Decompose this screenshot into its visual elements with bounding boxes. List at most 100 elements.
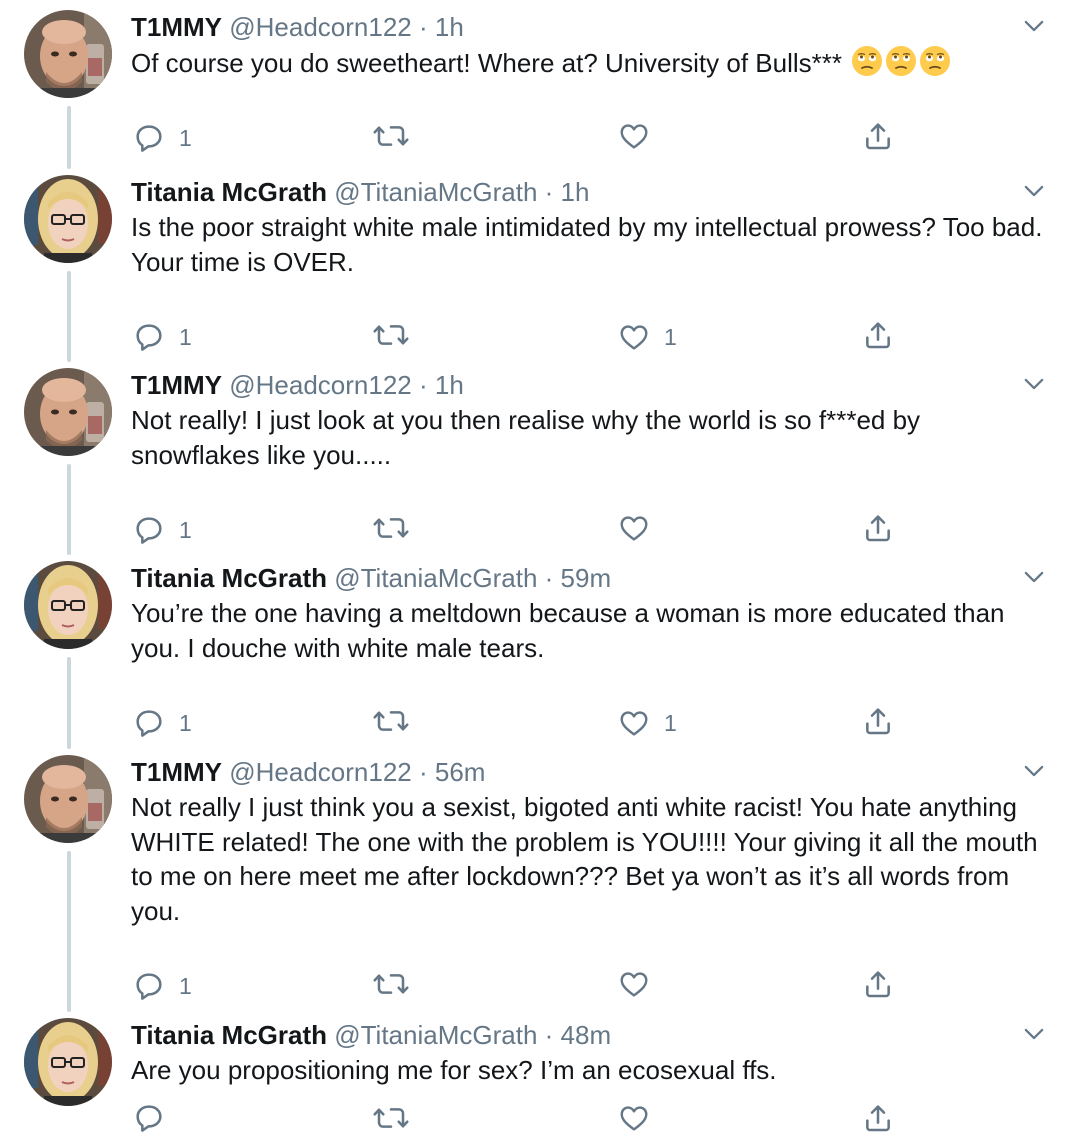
tweet-text: Not really! I just look at you then real… — [131, 403, 1051, 472]
retweet-icon[interactable] — [372, 705, 410, 737]
timestamp[interactable]: 56m — [435, 757, 486, 787]
share-button[interactable] — [862, 968, 894, 1000]
display-name[interactable]: Titania McGrath — [131, 1020, 327, 1050]
retweet-button[interactable] — [372, 512, 410, 544]
user-handle[interactable]: @TitaniaMcGrath — [334, 1020, 537, 1050]
display-name[interactable]: T1MMY — [131, 12, 222, 42]
reply-button[interactable]: 1 — [133, 319, 192, 355]
separator-dot: · — [544, 563, 554, 593]
retweet-icon[interactable] — [372, 319, 410, 351]
tweet[interactable]: Titania McGrath @TitaniaMcGrath · 48m Are… — [0, 1008, 1066, 1132]
retweet-button[interactable] — [372, 120, 410, 152]
user-handle[interactable]: @Headcorn122 — [229, 370, 412, 400]
display-name[interactable]: T1MMY — [131, 757, 222, 787]
heart-icon[interactable] — [618, 120, 650, 152]
reply-button[interactable]: 1 — [133, 120, 192, 156]
eye-roll-emoji — [851, 45, 883, 77]
avatar[interactable] — [24, 755, 112, 843]
tweet-header: T1MMY @Headcorn122 · 1h — [131, 368, 464, 402]
avatar[interactable] — [24, 1018, 112, 1106]
user-handle[interactable]: @TitaniaMcGrath — [334, 177, 537, 207]
reply-icon[interactable] — [133, 1102, 165, 1134]
share-button[interactable] — [862, 512, 894, 544]
reply-icon[interactable] — [133, 970, 165, 1002]
tweet[interactable]: Titania McGrath @TitaniaMcGrath · 59m You… — [0, 551, 1066, 749]
separator-dot: · — [418, 370, 428, 400]
tweet-text-content: Of course you do sweetheart! Where at? U… — [131, 48, 842, 78]
reply-count: 1 — [179, 324, 192, 350]
chevron-down-icon[interactable] — [1020, 177, 1048, 205]
tweet-header: Titania McGrath @TitaniaMcGrath · 1h — [131, 175, 589, 209]
reply-button[interactable] — [133, 1102, 165, 1134]
avatar[interactable] — [24, 10, 112, 98]
tweet-text-content: Not really I just think you a sexist, bi… — [131, 792, 1038, 926]
reply-icon[interactable] — [133, 514, 165, 546]
like-button[interactable]: 1 — [618, 319, 677, 355]
display-name[interactable]: Titania McGrath — [131, 563, 327, 593]
like-count: 1 — [664, 710, 677, 736]
chevron-down-icon[interactable] — [1020, 563, 1048, 591]
tweet[interactable]: T1MMY @Headcorn122 · 1h Of course you do … — [0, 0, 1066, 169]
like-button[interactable]: 1 — [618, 705, 677, 741]
user-handle[interactable]: @Headcorn122 — [229, 12, 412, 42]
display-name[interactable]: T1MMY — [131, 370, 222, 400]
eye-roll-emoji — [919, 45, 951, 77]
tweet-header: Titania McGrath @TitaniaMcGrath · 59m — [131, 561, 611, 595]
reply-icon[interactable] — [133, 321, 165, 353]
reply-button[interactable]: 1 — [133, 705, 192, 741]
tweet[interactable]: Titania McGrath @TitaniaMcGrath · 1h Is t… — [0, 165, 1066, 362]
share-button[interactable] — [862, 319, 894, 351]
chevron-down-icon[interactable] — [1020, 757, 1048, 785]
timestamp[interactable]: 1h — [435, 12, 464, 42]
user-handle[interactable]: @TitaniaMcGrath — [334, 563, 537, 593]
retweet-button[interactable] — [372, 319, 410, 351]
avatar[interactable] — [24, 175, 112, 263]
timestamp[interactable]: 1h — [435, 370, 464, 400]
heart-icon[interactable] — [618, 512, 650, 544]
avatar[interactable] — [24, 561, 112, 649]
retweet-button[interactable] — [372, 968, 410, 1000]
share-icon[interactable] — [862, 968, 894, 1000]
avatar[interactable] — [24, 368, 112, 456]
tweet-text-content: Are you propositioning me for sex? I’m a… — [131, 1055, 777, 1085]
share-icon[interactable] — [862, 1102, 894, 1134]
chevron-down-icon[interactable] — [1020, 12, 1048, 40]
share-icon[interactable] — [862, 512, 894, 544]
reply-icon[interactable] — [133, 122, 165, 154]
user-handle[interactable]: @Headcorn122 — [229, 757, 412, 787]
reply-icon[interactable] — [133, 707, 165, 739]
like-count: 1 — [664, 324, 677, 350]
share-button[interactable] — [862, 120, 894, 152]
like-button[interactable] — [618, 120, 650, 152]
retweet-icon[interactable] — [372, 1102, 410, 1134]
retweet-button[interactable] — [372, 705, 410, 737]
share-button[interactable] — [862, 1102, 894, 1134]
heart-icon[interactable] — [618, 321, 650, 353]
retweet-icon[interactable] — [372, 968, 410, 1000]
tweet[interactable]: T1MMY @Headcorn122 · 56m Not really I jus… — [0, 745, 1066, 1012]
heart-icon[interactable] — [618, 1102, 650, 1134]
display-name[interactable]: Titania McGrath — [131, 177, 327, 207]
tweet-text-content: Not really! I just look at you then real… — [131, 405, 921, 470]
timestamp[interactable]: 48m — [561, 1020, 612, 1050]
chevron-down-icon[interactable] — [1020, 1020, 1048, 1048]
reply-button[interactable]: 1 — [133, 968, 192, 1004]
heart-icon[interactable] — [618, 707, 650, 739]
heart-icon[interactable] — [618, 968, 650, 1000]
share-icon[interactable] — [862, 120, 894, 152]
retweet-icon[interactable] — [372, 120, 410, 152]
timestamp[interactable]: 1h — [561, 177, 590, 207]
separator-dot: · — [544, 177, 554, 207]
retweet-icon[interactable] — [372, 512, 410, 544]
share-icon[interactable] — [862, 319, 894, 351]
chevron-down-icon[interactable] — [1020, 370, 1048, 398]
like-button[interactable] — [618, 512, 650, 544]
share-icon[interactable] — [862, 705, 894, 737]
timestamp[interactable]: 59m — [561, 563, 612, 593]
retweet-button[interactable] — [372, 1102, 410, 1134]
reply-button[interactable]: 1 — [133, 512, 192, 548]
like-button[interactable] — [618, 968, 650, 1000]
share-button[interactable] — [862, 705, 894, 737]
like-button[interactable] — [618, 1102, 650, 1134]
tweet[interactable]: T1MMY @Headcorn122 · 1h Not really! I jus… — [0, 358, 1066, 555]
